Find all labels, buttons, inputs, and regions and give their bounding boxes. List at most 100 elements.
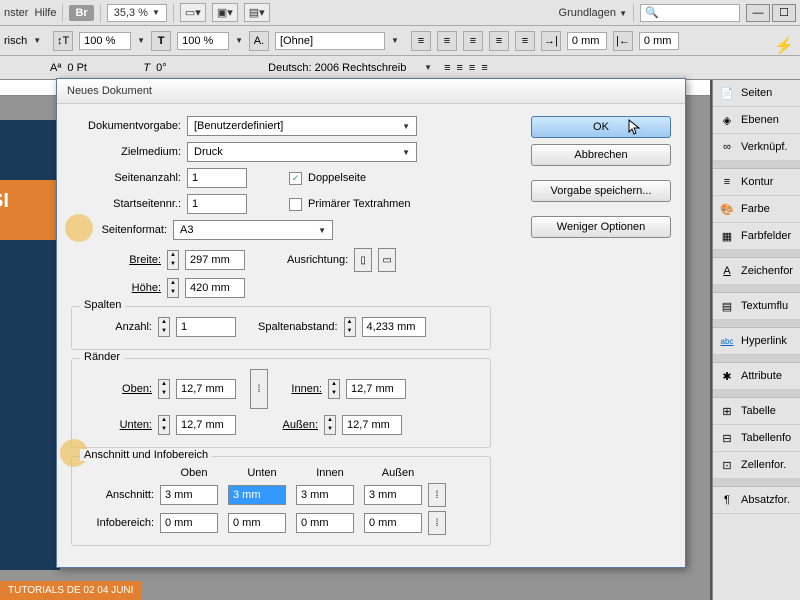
pagesize-dropdown[interactable]: A3▼: [173, 220, 333, 240]
dict-field[interactable]: Deutsch: 2006 Rechtschreib: [268, 62, 418, 74]
charstyle-field[interactable]: [Ohne]: [275, 32, 385, 50]
pages-label: Seitenanzahl:: [71, 172, 181, 184]
startpage-field[interactable]: 1: [187, 194, 247, 214]
col-top: Oben: [160, 467, 228, 479]
slug-outside-field[interactable]: 0 mm: [364, 513, 422, 533]
margin-outside-field[interactable]: 12,7 mm: [342, 415, 402, 435]
hscale-icon[interactable]: T: [151, 31, 171, 51]
slug-top-field[interactable]: 0 mm: [160, 513, 218, 533]
menu-fenster[interactable]: nster: [4, 7, 28, 19]
panel-kontur[interactable]: ≡Kontur: [713, 169, 800, 196]
height-label: Höhe:: [71, 282, 161, 294]
align-right-icon[interactable]: ≡: [463, 31, 483, 51]
moutside-label: Außen:: [278, 419, 318, 431]
primarytext-checkbox[interactable]: [289, 198, 302, 211]
skew-field[interactable]: 0°: [156, 62, 208, 74]
vscale-icon[interactable]: ↕T: [53, 31, 73, 51]
link-slug-icon[interactable]: ⁞: [428, 511, 446, 535]
indent-left-icon[interactable]: →|: [541, 31, 561, 51]
preset-dropdown[interactable]: [Benutzerdefiniert]▼: [187, 116, 417, 136]
panel-farbfelder[interactable]: ▦Farbfelder: [713, 223, 800, 250]
zoom-level[interactable]: 35,3 %▼: [107, 4, 167, 22]
menu-hilfe[interactable]: Hilfe: [34, 7, 56, 19]
panel-ebenen[interactable]: ◈Ebenen: [713, 107, 800, 134]
highlight-pagesize: [65, 214, 93, 242]
baseline-icon[interactable]: Aª: [50, 62, 61, 74]
margin-inside-field[interactable]: 12,7 mm: [346, 379, 406, 399]
orient-landscape-icon[interactable]: ▭: [378, 248, 396, 272]
colcount-field[interactable]: 1: [176, 317, 236, 337]
pages-field[interactable]: 1: [187, 168, 247, 188]
dialog-title: Neues Dokument: [57, 79, 685, 104]
width-field[interactable]: 297 mm: [185, 250, 245, 270]
link-margins-icon[interactable]: ⁞: [250, 369, 268, 409]
panel-absatzformate[interactable]: ¶Absatzfor.: [713, 487, 800, 514]
margins-group: Ränder Oben: ▲▼ 12,7 mm ⁞ Innen: ▲▼ 12,7…: [71, 358, 491, 448]
col-inside: Innen: [296, 467, 364, 479]
bleed-top-field[interactable]: 3 mm: [160, 485, 218, 505]
cancel-button[interactable]: Abbrechen: [531, 144, 671, 166]
vscale-field[interactable]: 100 %: [79, 32, 131, 50]
bleed-title: Anschnitt und Infobereich: [80, 449, 212, 461]
bridge-badge[interactable]: Br: [69, 5, 93, 21]
skew-icon[interactable]: T: [143, 62, 150, 74]
minimize-button[interactable]: —: [746, 4, 770, 22]
lightning-icon[interactable]: ⚡: [774, 36, 794, 56]
j6-icon[interactable]: ≡: [481, 62, 487, 74]
height-field[interactable]: 420 mm: [185, 278, 245, 298]
control-bar: risch▼ ↕T 100 %▼ T 100 %▼ A. [Ohne]▼ ≡ ≡…: [0, 26, 800, 56]
maximize-button[interactable]: ☐: [772, 4, 796, 22]
j3-icon[interactable]: ≡: [444, 62, 450, 74]
indent-left-field[interactable]: 0 mm: [567, 32, 607, 50]
align-j2-icon[interactable]: ≡: [515, 31, 535, 51]
margin-top-field[interactable]: 12,7 mm: [176, 379, 236, 399]
orientation-label: Ausrichtung:: [287, 254, 348, 266]
slug-bottom-field[interactable]: 0 mm: [228, 513, 286, 533]
facing-checkbox[interactable]: ✓: [289, 172, 302, 185]
panel-hyperlinks[interactable]: abcHyperlink: [713, 328, 800, 355]
panel-textumfluss[interactable]: ▤Textumflu: [713, 293, 800, 320]
mtop-label: Oben:: [82, 383, 152, 395]
panel-verknuepfungen[interactable]: ∞Verknüpf.: [713, 134, 800, 161]
view-options-1[interactable]: ▭▾: [180, 3, 206, 22]
align-justify-icon[interactable]: ≡: [489, 31, 509, 51]
panel-farbe[interactable]: 🎨Farbe: [713, 196, 800, 223]
orient-portrait-icon[interactable]: ▯: [354, 248, 372, 272]
colgutter-field[interactable]: 4,233 mm: [362, 317, 426, 337]
panel-zellenformate[interactable]: ⊡Zellenfor.: [713, 452, 800, 479]
hscale-field[interactable]: 100 %: [177, 32, 229, 50]
j5-icon[interactable]: ≡: [469, 62, 475, 74]
ok-button[interactable]: OK: [531, 116, 671, 138]
panel-zeichenformate[interactable]: AZeichenfor: [713, 258, 800, 285]
align-left-icon[interactable]: ≡: [411, 31, 431, 51]
control-bar-2: Aª 0 Pt T 0° Deutsch: 2006 Rechtschreib▼…: [0, 56, 800, 80]
panel-seiten[interactable]: 📄Seiten: [713, 80, 800, 107]
save-preset-button[interactable]: Vorgabe speichern...: [531, 180, 671, 202]
panel-tabellenformate[interactable]: ⊟Tabellenfo: [713, 425, 800, 452]
j4-icon[interactable]: ≡: [457, 62, 463, 74]
bleed-inside-field[interactable]: 3 mm: [296, 485, 354, 505]
baseline-field[interactable]: 0 Pt: [67, 62, 119, 74]
indent-right-icon[interactable]: |←: [613, 31, 633, 51]
slug-inside-field[interactable]: 0 mm: [296, 513, 354, 533]
margin-bottom-field[interactable]: 12,7 mm: [176, 415, 236, 435]
top-menubar: nster Hilfe Br 35,3 %▼ ▭▾ ▣▾ ▤▾ Grundlag…: [0, 0, 800, 26]
link-bleed-icon[interactable]: ⁞: [428, 483, 446, 507]
footer-label: TUTORIALS DE 02 04 JUNI: [0, 581, 141, 600]
panel-group-1: 📄Seiten ◈Ebenen ∞Verknüpf.: [713, 80, 800, 161]
col-bottom: Unten: [228, 467, 296, 479]
bleed-outside-field[interactable]: 3 mm: [364, 485, 422, 505]
panel-attribute[interactable]: ✱Attribute: [713, 363, 800, 390]
charstyle-icon[interactable]: A.: [249, 31, 269, 51]
indent-right-field[interactable]: 0 mm: [639, 32, 679, 50]
bleed-bottom-field[interactable]: 3 mm: [228, 485, 286, 505]
document-preview: SI: [0, 120, 60, 570]
align-center-icon[interactable]: ≡: [437, 31, 457, 51]
panel-tabelle[interactable]: ⊞Tabelle: [713, 398, 800, 425]
workspace-switcher[interactable]: Grundlagen ▼: [559, 7, 627, 19]
view-options-2[interactable]: ▣▾: [212, 3, 238, 22]
search-input[interactable]: 🔍: [640, 4, 740, 22]
view-options-3[interactable]: ▤▾: [244, 3, 270, 22]
colcount-label: Anzahl:: [82, 321, 152, 333]
intent-dropdown[interactable]: Druck▼: [187, 142, 417, 162]
